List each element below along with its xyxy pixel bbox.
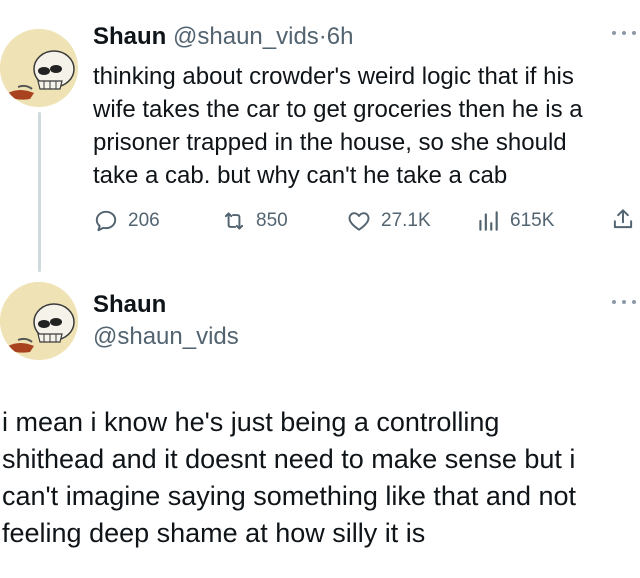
avatar[interactable] xyxy=(0,282,78,360)
repost-arrows-icon xyxy=(224,212,244,230)
like-button[interactable]: 27.1K xyxy=(346,206,431,236)
like-count: 27.1K xyxy=(381,210,431,231)
user-handle[interactable]: @shaun_vids xyxy=(93,322,239,352)
view-count: 615K xyxy=(510,210,555,231)
views-button[interactable]: 615K xyxy=(475,206,554,236)
tweet-text: i mean i know he's just being a controll… xyxy=(2,407,577,548)
bar-chart-icon xyxy=(479,211,498,231)
repost-button[interactable]: 850 xyxy=(221,206,288,236)
tweet-header: Shaun @shaun_vids·6h xyxy=(93,21,354,53)
heart-icon xyxy=(348,212,370,231)
user-handle[interactable]: @shaun_vids xyxy=(173,23,319,50)
display-name[interactable]: Shaun xyxy=(93,290,166,320)
more-dots-icon[interactable] xyxy=(612,297,636,307)
more-dots-icon[interactable] xyxy=(612,28,636,38)
avatar[interactable] xyxy=(0,29,78,107)
share-upload-icon xyxy=(613,209,633,229)
tweet-actions: 206 850 27.1K 615K xyxy=(93,206,638,236)
speech-bubble-icon xyxy=(95,210,117,232)
tweet-text: thinking about crowder's weird logic tha… xyxy=(93,63,583,189)
repost-count: 850 xyxy=(256,210,288,231)
reply-button[interactable]: 206 xyxy=(93,206,160,236)
separator-dot: · xyxy=(318,23,327,50)
skull-avatar-icon xyxy=(0,29,78,107)
display-name[interactable]: Shaun xyxy=(93,23,166,50)
skull-avatar-icon xyxy=(0,282,78,360)
tweet-timestamp[interactable]: 6h xyxy=(327,23,354,50)
reply-count: 206 xyxy=(128,210,160,231)
share-button[interactable] xyxy=(610,206,640,232)
thread-connector-line xyxy=(38,112,41,272)
